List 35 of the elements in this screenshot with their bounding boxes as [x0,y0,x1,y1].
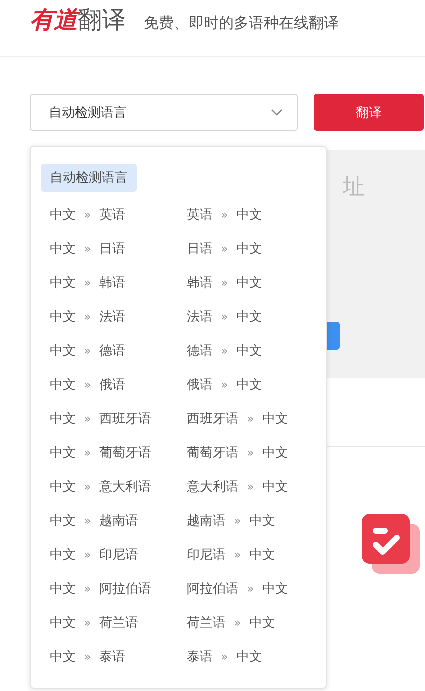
language-pair-option[interactable]: 中文 » 葡萄牙语 [41,440,178,466]
language-pair-option[interactable]: 泰语 » 中文 [178,644,315,670]
language-pair-option[interactable]: 中文 » 阿拉伯语 [41,576,178,602]
language-select[interactable]: 自动检测语言 [30,94,298,131]
language-pair-option[interactable]: 日语 » 中文 [178,236,315,262]
language-pair-option[interactable]: 中文 » 泰语 [41,644,178,670]
language-pair-option[interactable]: 中文 » 俄语 [41,372,178,398]
language-pair-option[interactable]: 中文 » 日语 [41,236,178,262]
language-pair-option[interactable]: 阿拉伯语 » 中文 [178,576,315,602]
language-pair-option[interactable]: 韩语 » 中文 [178,270,315,296]
language-pair-option[interactable]: 中文 » 印尼语 [41,542,178,568]
language-pair-option[interactable]: 中文 » 西班牙语 [41,406,178,432]
language-pair-option[interactable]: 中文 » 德语 [41,338,178,364]
language-pair-option[interactable]: 俄语 » 中文 [178,372,315,398]
language-pair-option[interactable]: 荷兰语 » 中文 [178,610,315,636]
chevron-icon [271,108,283,116]
language-pair-option[interactable]: 中文 » 韩语 [41,270,178,296]
language-pair-option[interactable]: 越南语 » 中文 [178,508,315,534]
language-pair-option[interactable]: 德语 » 中文 [178,338,315,364]
language-pair-option[interactable]: 西班牙语 » 中文 [178,406,315,432]
tagline: 免费、即时的多语种在线翻译 [144,14,339,32]
language-pair-option[interactable]: 中文 » 英语 [41,202,178,228]
language-pair-option[interactable]: 意大利语 » 中文 [178,474,315,500]
auto-detect-option[interactable]: 自动检测语言 [41,164,137,192]
language-pair-option[interactable]: 中文 » 越南语 [41,508,178,534]
language-pair-option[interactable]: 中文 » 荷兰语 [41,610,178,636]
logo[interactable]: 有道翻译 [30,4,126,36]
language-pair-option[interactable]: 印尼语 » 中文 [178,542,315,568]
language-pair-option[interactable]: 葡萄牙语 » 中文 [178,440,315,466]
language-pair-option[interactable]: 中文 » 意大利语 [41,474,178,500]
translate-button[interactable]: 翻译 [314,94,424,131]
checklist-icon[interactable] [362,514,422,576]
language-pair-option[interactable]: 中文 » 法语 [41,304,178,330]
language-pair-option[interactable]: 法语 » 中文 [178,304,315,330]
language-pair-option[interactable]: 英语 » 中文 [178,202,315,228]
